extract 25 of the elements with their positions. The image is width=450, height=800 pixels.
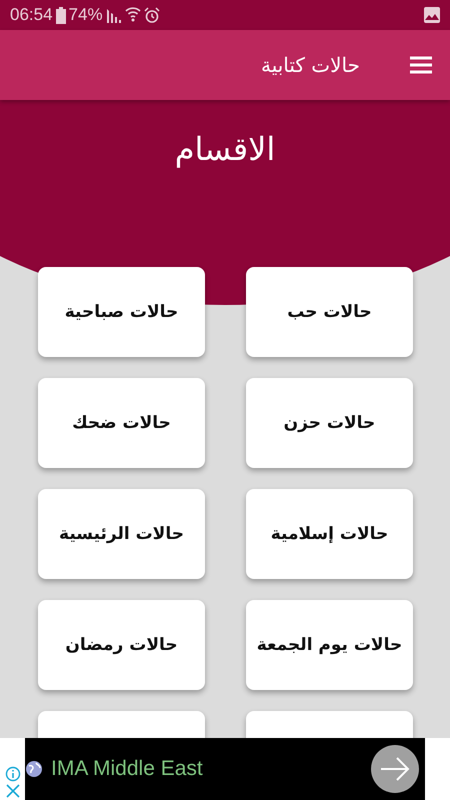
category-card[interactable]: حالات ضحك: [38, 378, 205, 468]
category-card[interactable]: حالات صباحية: [38, 267, 205, 357]
ad-open-button[interactable]: [371, 745, 419, 793]
image-icon: [424, 7, 440, 23]
close-icon[interactable]: [6, 784, 20, 798]
category-card[interactable]: حالات رمضان: [38, 600, 205, 690]
category-card[interactable]: حالات حزن: [246, 378, 413, 468]
alarm-clock-icon: [144, 6, 160, 24]
category-card[interactable]: حالات يوم الجمعة: [246, 600, 413, 690]
section-heading: الاقسام: [174, 130, 276, 168]
battery-percent: 74%: [68, 5, 103, 25]
app-title: حالات كتابية: [260, 53, 360, 77]
category-card[interactable]: حالات الرئيسية: [38, 489, 205, 579]
globe-icon: [25, 760, 43, 778]
info-icon[interactable]: [4, 766, 20, 782]
signal-icon: [106, 7, 122, 23]
wifi-icon: [124, 6, 141, 24]
ad-banner[interactable]: IMA Middle East: [25, 738, 425, 800]
menu-button[interactable]: [408, 54, 434, 76]
category-card[interactable]: حالات إسلامية: [246, 489, 413, 579]
category-card[interactable]: حالات حب: [246, 267, 413, 357]
ad-text: IMA Middle East: [51, 757, 204, 781]
battery-icon: [56, 6, 66, 24]
arrow-right-icon: [379, 755, 411, 783]
clock-time: 06:54: [10, 5, 53, 25]
